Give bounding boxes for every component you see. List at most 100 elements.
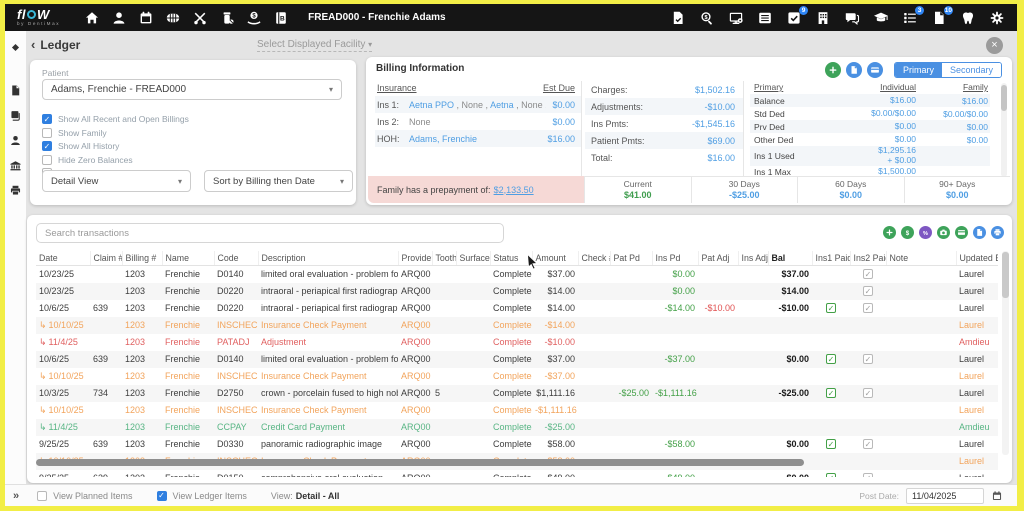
billing-statement-button[interactable]	[846, 62, 862, 78]
learning-icon[interactable]	[873, 10, 889, 26]
table-row[interactable]: ↳11/4/251203FrenchieCCPAYCredit Card Pay…	[36, 419, 998, 436]
horizontal-scrollbar[interactable]	[36, 459, 804, 466]
worklist-icon[interactable]	[757, 10, 773, 26]
view-planned-checkbox[interactable]: View Planned Items	[37, 491, 132, 501]
ins2-paid-check-icon[interactable]: ✓	[863, 473, 873, 477]
print-button[interactable]	[991, 226, 1004, 239]
filter-checkbox-2[interactable]: ✓Show All History	[42, 141, 189, 151]
column-header-code[interactable]: Code	[214, 251, 258, 266]
add-adjustment-button[interactable]: %	[919, 226, 932, 239]
column-header-surface[interactable]: Surface	[456, 251, 490, 266]
office-icon[interactable]	[815, 10, 831, 26]
ins2-paid-check-icon[interactable]: ✓	[863, 303, 873, 313]
documents-icon[interactable]: 10	[931, 10, 947, 26]
column-header-note[interactable]: Note	[886, 251, 956, 266]
column-header-check-[interactable]: Check #	[578, 251, 610, 266]
column-header-description[interactable]: Description	[258, 251, 398, 266]
copy-stack-icon[interactable]	[9, 109, 22, 122]
calendar-icon[interactable]	[991, 490, 1003, 502]
add-payment-button[interactable]: $	[901, 226, 914, 239]
ledger-book-icon[interactable]: B	[273, 10, 289, 26]
column-header-pat-adj[interactable]: Pat Adj	[698, 251, 738, 266]
benefits-scrollbar[interactable]	[1001, 83, 1007, 177]
patient-select[interactable]: Adams, Frenchie - FREAD000▾	[42, 79, 342, 100]
table-row[interactable]: ↳10/10/251203FrenchieINSCHECInsurance Ch…	[36, 368, 998, 385]
column-header-ins1-paid[interactable]: Ins1 Paid	[812, 251, 850, 266]
ins1-paid-check-icon[interactable]: ✓	[826, 473, 836, 477]
column-header-ins-adj[interactable]: Ins Adj	[738, 251, 768, 266]
back-chevron-icon[interactable]: ‹	[31, 37, 35, 52]
column-header-updated-by[interactable]: Updated By	[956, 251, 998, 266]
schedule-icon[interactable]	[138, 10, 154, 26]
table-row[interactable]: 10/23/251203FrenchieD0140limited oral ev…	[36, 266, 998, 283]
ins2-paid-check-icon[interactable]: ✓	[863, 354, 873, 364]
table-row[interactable]: 10/6/256391203FrenchieD0140limited oral …	[36, 351, 998, 368]
billing-doc-icon[interactable]	[9, 84, 22, 97]
imaging-icon[interactable]	[728, 10, 744, 26]
column-header-ins2-paid[interactable]: Ins2 Paid	[850, 251, 886, 266]
nav-diamond-icon[interactable]	[9, 41, 22, 54]
prepayment-amount-link[interactable]: $2,133.50	[494, 185, 534, 195]
table-row[interactable]: 9/25/256391203FrenchieD0150comprehensive…	[36, 470, 998, 478]
payments-icon[interactable]: $	[246, 10, 262, 26]
column-header-provider[interactable]: Provider	[398, 251, 432, 266]
column-header-billing-[interactable]: Billing #	[122, 251, 162, 266]
facility-selector[interactable]: Select Displayed Facility ▾	[257, 39, 372, 52]
toggle-secondary[interactable]: Secondary	[942, 63, 1001, 77]
billing-card-button[interactable]	[867, 62, 883, 78]
insurance-link[interactable]: Adams, Frenchie	[409, 134, 477, 144]
column-header-pat-pd[interactable]: Pat Pd	[610, 251, 652, 266]
patients-icon[interactable]	[111, 10, 127, 26]
messages-icon[interactable]	[844, 10, 860, 26]
tasks-icon[interactable]: 9	[786, 10, 802, 26]
post-date-input[interactable]: 11/04/2025	[906, 488, 984, 504]
column-header-date[interactable]: Date	[36, 251, 90, 266]
table-row[interactable]: ↳10/10/251203FrenchieINSCHECInsurance Ch…	[36, 402, 998, 419]
insurance-link[interactable]: Aetna PPO	[409, 100, 454, 110]
table-row[interactable]: ↳11/4/251203FrenchiePATADJAdjustmentARQ0…	[36, 334, 998, 351]
table-row[interactable]: 9/25/256391203FrenchieD0330panoramic rad…	[36, 436, 998, 453]
expand-chevrons-icon[interactable]: »	[13, 490, 19, 502]
sort-select[interactable]: Sort by Billing then Date▾	[204, 170, 353, 192]
ins1-paid-check-icon[interactable]: ✓	[826, 354, 836, 364]
ins1-paid-check-icon[interactable]: ✓	[826, 388, 836, 398]
ins1-paid-check-icon[interactable]: ✓	[826, 439, 836, 449]
ins2-paid-check-icon[interactable]: ✓	[863, 286, 873, 296]
vertical-scrollbar[interactable]	[1002, 251, 1009, 455]
filter-checkbox-0[interactable]: ✓Show All Recent and Open Billings	[42, 114, 189, 124]
toggle-primary[interactable]: Primary	[895, 63, 942, 77]
table-row[interactable]: 10/23/251203FrenchieD0220intraoral - per…	[36, 283, 998, 300]
close-button[interactable]: ×	[986, 37, 1003, 54]
column-header-name[interactable]: Name	[162, 251, 214, 266]
view-ledger-checkbox[interactable]: ✓ View Ledger Items	[157, 491, 247, 501]
instruments-icon[interactable]	[192, 10, 208, 26]
view-mode-select[interactable]: Detail View▾	[42, 170, 191, 192]
column-header-status[interactable]: Status	[490, 251, 532, 266]
camera-button[interactable]	[937, 226, 950, 239]
fee-search-icon[interactable]: $	[699, 10, 715, 26]
column-header-amount[interactable]: Amount	[532, 251, 578, 266]
add-billing-button[interactable]	[825, 62, 841, 78]
card-payment-button[interactable]	[955, 226, 968, 239]
insurance-link[interactable]: Aetna	[490, 100, 514, 110]
statement-button[interactable]	[973, 226, 986, 239]
column-header-claim-[interactable]: Claim #	[90, 251, 122, 266]
ins2-paid-check-icon[interactable]: ✓	[863, 439, 873, 449]
column-header-bal[interactable]: Bal	[768, 251, 812, 266]
checklist-icon[interactable]: 3	[902, 10, 918, 26]
table-row[interactable]: 10/3/257341203FrenchieD2750crown - porce…	[36, 385, 998, 402]
filter-checkbox-1[interactable]: Show Family	[42, 128, 189, 138]
ins2-paid-check-icon[interactable]: ✓	[863, 388, 873, 398]
flow-logo[interactable]: flW by DentiMax	[17, 8, 60, 27]
ins2-paid-check-icon[interactable]: ✓	[863, 269, 873, 279]
column-header-ins-pd[interactable]: Ins Pd	[652, 251, 698, 266]
bank-icon[interactable]	[9, 159, 22, 172]
search-input[interactable]	[36, 223, 504, 243]
dental-chart-icon[interactable]	[165, 10, 181, 26]
tooth-icon[interactable]	[960, 10, 976, 26]
patient-icon[interactable]	[9, 134, 22, 147]
filter-checkbox-3[interactable]: Hide Zero Balances	[42, 155, 189, 165]
claims-icon[interactable]	[670, 10, 686, 26]
ins1-paid-check-icon[interactable]: ✓	[826, 303, 836, 313]
table-row[interactable]: ↳10/10/251203FrenchieINSCHECInsurance Ch…	[36, 317, 998, 334]
